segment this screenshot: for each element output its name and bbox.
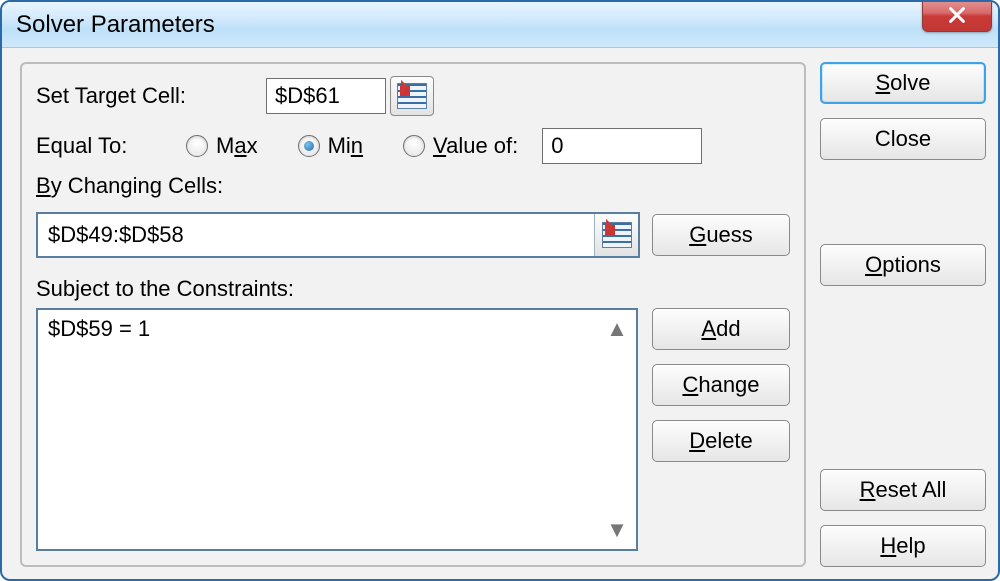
constraint-item[interactable]: $D$59 = 1 — [48, 316, 602, 342]
radio-max[interactable] — [186, 135, 208, 157]
guess-button[interactable]: Guess — [652, 214, 790, 256]
help-button[interactable]: Help — [820, 525, 986, 567]
close-icon — [946, 4, 968, 26]
radio-value-of[interactable] — [403, 135, 425, 157]
side-buttons: Solve Close Options Reset All Help — [806, 62, 986, 567]
radio-max-label: Max — [216, 133, 258, 159]
reset-all-button[interactable]: Reset All — [820, 469, 986, 511]
by-changing-cells-label: By Changing Cells: — [36, 173, 229, 199]
constraints-label: Subject to the Constraints: — [36, 276, 790, 302]
target-cell-input[interactable] — [266, 78, 386, 114]
delete-constraint-button[interactable]: Delete — [652, 420, 790, 462]
target-cell-range-button[interactable] — [390, 76, 434, 116]
radio-min[interactable] — [298, 135, 320, 157]
equal-to-label: Equal To: — [36, 133, 186, 159]
add-constraint-button[interactable]: Add — [652, 308, 790, 350]
constraints-group: Subject to the Constraints: $D$59 = 1 ▲ … — [36, 276, 790, 551]
scroll-down-icon[interactable]: ▼ — [604, 517, 630, 543]
dialog-body: Set Target Cell: Equal To: Max M — [2, 48, 998, 579]
by-changing-cells-group: By Changing Cells: Guess — [36, 176, 790, 258]
constraints-listbox[interactable]: $D$59 = 1 ▲ ▼ — [36, 308, 638, 551]
radio-min-label: Min — [328, 133, 363, 159]
solve-button[interactable]: Solve — [820, 62, 986, 104]
constraints-scrollbar[interactable]: ▲ ▼ — [602, 316, 632, 543]
set-target-cell-label: Set Target Cell: — [36, 83, 266, 109]
close-window-button[interactable] — [922, 0, 992, 32]
options-button[interactable]: Options — [820, 244, 986, 286]
window-title: Solver Parameters — [16, 11, 215, 39]
radio-value-of-label: Value of: — [433, 133, 518, 159]
close-button[interactable]: Close — [820, 118, 986, 160]
range-select-icon — [602, 222, 632, 248]
main-panel: Set Target Cell: Equal To: Max M — [20, 62, 806, 567]
changing-cells-range-button[interactable] — [594, 214, 638, 256]
range-select-icon — [397, 83, 427, 109]
titlebar: Solver Parameters — [2, 2, 998, 48]
change-constraint-button[interactable]: Change — [652, 364, 790, 406]
value-of-input[interactable] — [542, 128, 702, 164]
solver-parameters-dialog: Solver Parameters Set Target Cell: Equal… — [0, 0, 1000, 581]
changing-cells-input[interactable] — [38, 214, 594, 256]
scroll-up-icon[interactable]: ▲ — [604, 316, 630, 342]
